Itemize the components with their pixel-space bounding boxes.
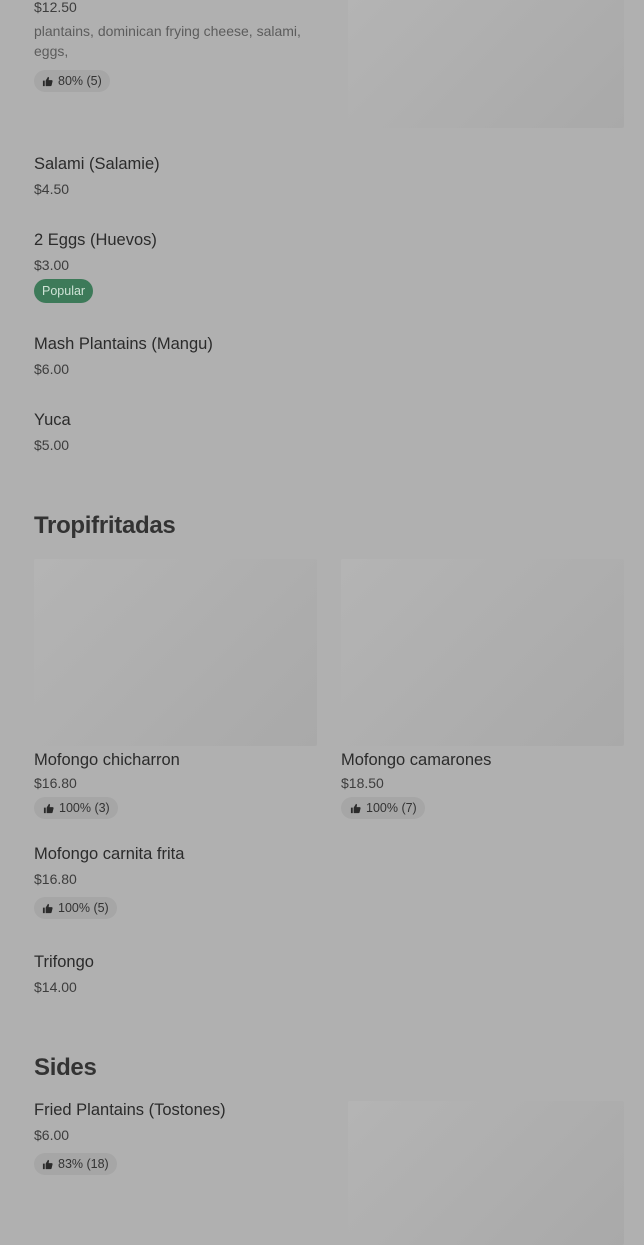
rating-text: 100% (5): [58, 901, 109, 915]
item-name: Mofongo carnita frita: [34, 845, 185, 863]
item-name: Yuca: [34, 411, 71, 429]
item-image: [34, 559, 317, 746]
thumbs-up-icon: [350, 803, 361, 813]
rating-text: 83% (18): [58, 1157, 109, 1171]
item-name: Mofongo camarones: [341, 751, 492, 769]
item-price: $5.00: [34, 437, 70, 453]
rating-badge: 100% (7): [341, 797, 425, 819]
item-price: $16.80: [34, 871, 77, 887]
item-price: $4.50: [34, 181, 70, 197]
thumbs-up-icon: [42, 903, 53, 913]
item-image: [341, 559, 624, 746]
popular-badge: Popular: [34, 279, 94, 303]
item-name: Mofongo chicharron: [34, 751, 180, 769]
rating-badge: 80% (5): [34, 70, 110, 92]
item-price: $16.80: [34, 775, 77, 791]
rating-text: 100% (7): [366, 801, 417, 815]
item-price: $3.00: [34, 257, 70, 273]
item-name: Trifongo: [34, 953, 94, 971]
rating-text: 100% (3): [59, 801, 110, 815]
item-price: $6.00: [34, 1127, 70, 1143]
thumbs-up-icon: [42, 1159, 53, 1169]
rating-badge: 83% (18): [34, 1153, 117, 1175]
section-title: Tropifritadas: [34, 512, 176, 539]
item-price: $18.50: [341, 775, 384, 791]
item-price: $14.00: [34, 979, 77, 995]
item-image: [348, 0, 624, 128]
item-price: $12.50: [34, 0, 77, 15]
item-name: Salami (Salamie): [34, 155, 160, 173]
section-title: Sides: [34, 1054, 97, 1081]
item-name: Mash Plantains (Mangu): [34, 335, 213, 353]
item-name: Fried Plantains (Tostones): [34, 1101, 226, 1119]
rating-text: 80% (5): [58, 74, 102, 88]
item-price: $6.00: [34, 361, 70, 377]
rating-badge: 100% (3): [34, 797, 118, 819]
item-image: [348, 1101, 624, 1245]
thumbs-up-icon: [42, 76, 53, 86]
rating-badge: 100% (5): [34, 897, 117, 919]
thumbs-up-icon: [43, 803, 54, 813]
item-description: plantains, dominican frying cheese, sala…: [34, 23, 301, 59]
item-name: 2 Eggs (Huevos): [34, 231, 157, 249]
